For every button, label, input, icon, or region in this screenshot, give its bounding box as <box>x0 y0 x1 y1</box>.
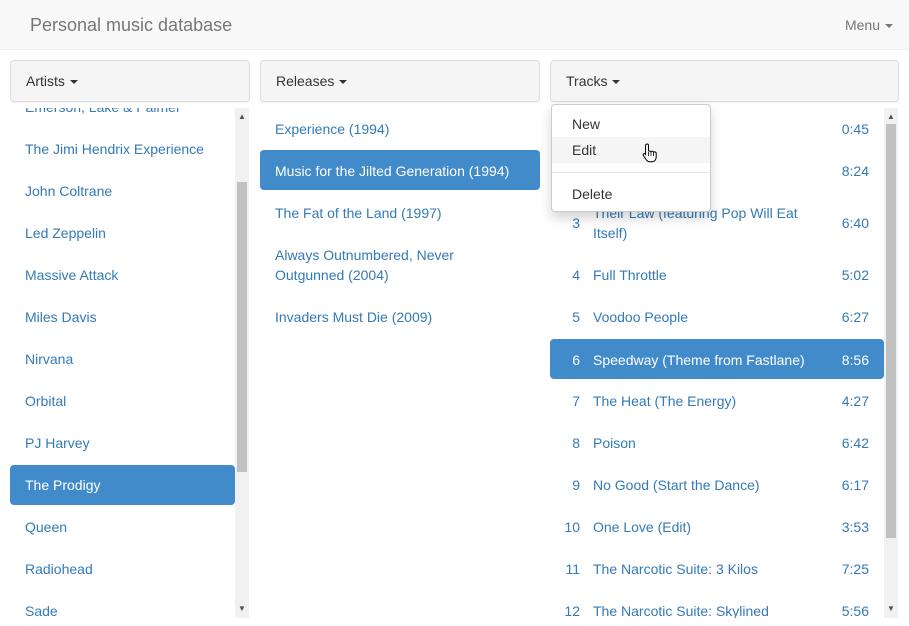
menu-dropdown-toggle[interactable]: Menu <box>845 17 893 33</box>
track-duration: 4:27 <box>841 393 869 409</box>
menu-divider <box>552 172 710 173</box>
artists-scrollbar[interactable]: ▲ ▼ <box>235 108 249 618</box>
artists-list: Emerson, Lake & Palmer The Jimi Hendrix E… <box>10 108 235 618</box>
menu-item-edit[interactable]: Edit <box>552 137 710 163</box>
track-row[interactable]: 4 Full Throttle 5:02 <box>550 254 884 296</box>
track-title: The Heat (The Energy) <box>593 393 737 409</box>
artist-list-item[interactable]: Queen <box>10 507 235 547</box>
hand-pointer-cursor-icon <box>642 143 657 163</box>
track-duration: 0:45 <box>841 121 869 137</box>
caret-down-icon <box>339 80 348 85</box>
track-row[interactable]: 11 The Narcotic Suite: 3 Kilos 7:25 <box>550 548 884 590</box>
track-title: The Narcotic Suite: 3 Kilos <box>593 561 758 577</box>
releases-list: Experience (1994) Music for the Jilted Ge… <box>260 108 540 618</box>
release-list-item[interactable]: Experience (1994) <box>260 108 540 150</box>
artist-list-item[interactable]: Radiohead <box>10 549 235 589</box>
artist-list-item[interactable]: Sade <box>10 591 235 618</box>
track-title: Voodoo People <box>593 309 688 325</box>
scroll-up-arrow-icon[interactable]: ▲ <box>235 110 249 124</box>
track-row[interactable]: 10 One Love (Edit) 3:53 <box>550 506 884 548</box>
track-number: 4 <box>572 267 580 283</box>
track-title: Speedway (Theme from Fastlane) <box>593 352 805 368</box>
track-duration: 8:56 <box>841 352 869 368</box>
caret-down-icon <box>69 80 78 85</box>
artist-list-item[interactable]: Miles Davis <box>10 297 235 337</box>
track-duration: 6:42 <box>841 435 869 451</box>
app-title[interactable]: Personal music database <box>30 15 232 36</box>
track-duration: 6:40 <box>841 215 869 231</box>
track-duration: 7:25 <box>841 561 869 577</box>
track-number: 3 <box>572 215 580 231</box>
track-number: 6 <box>572 352 580 368</box>
track-row[interactable]: 8 Poison 6:42 <box>550 422 884 464</box>
artist-list-item[interactable]: Emerson, Lake & Palmer <box>10 108 235 127</box>
track-row[interactable]: 9 No Good (Start the Dance) 6:17 <box>550 464 884 506</box>
track-title: Poison <box>593 435 636 451</box>
track-number: 8 <box>572 435 580 451</box>
track-duration: 5:56 <box>841 603 869 618</box>
artist-list-item[interactable]: Orbital <box>10 381 235 421</box>
menu-item-delete[interactable]: Delete <box>552 181 710 207</box>
track-duration: 6:17 <box>841 477 869 493</box>
tracks-scrollbar-thumb[interactable] <box>886 124 896 538</box>
artist-list-item[interactable]: John Coltrane <box>10 171 235 211</box>
track-title: One Love (Edit) <box>593 519 692 535</box>
tracks-dropdown-menu: New Edit Delete <box>551 104 711 212</box>
caret-down-icon <box>885 24 893 29</box>
release-list-item[interactable]: The Fat of the Land (1997) <box>260 192 540 234</box>
track-number: 9 <box>572 477 580 493</box>
track-title: No Good (Start the Dance) <box>593 477 760 493</box>
tracks-header-label: Tracks <box>566 73 608 89</box>
track-duration: 8:24 <box>841 163 869 179</box>
track-row[interactable]: 12 The Narcotic Suite: Skylined 5:56 <box>550 590 884 618</box>
tracks-scrollbar[interactable]: ▲ ▼ <box>884 108 898 618</box>
menu-label: Menu <box>844 17 880 33</box>
releases-header-button[interactable]: Releases <box>260 60 540 102</box>
track-number: 10 <box>564 519 580 535</box>
track-row[interactable]: 5 Voodoo People 6:27 <box>550 296 884 338</box>
tracks-header-button[interactable]: Tracks <box>550 60 899 102</box>
releases-header-label: Releases <box>276 73 335 89</box>
track-number: 7 <box>572 393 580 409</box>
caret-down-icon <box>612 80 621 85</box>
navbar: Personal music database Menu <box>0 0 909 50</box>
scroll-up-arrow-icon[interactable]: ▲ <box>884 110 898 124</box>
track-number: 12 <box>564 603 580 618</box>
track-duration: 3:53 <box>841 519 869 535</box>
artist-list-item[interactable]: Led Zeppelin <box>10 213 235 253</box>
artists-header-button[interactable]: Artists <box>10 60 250 102</box>
artist-list-item[interactable]: Massive Attack <box>10 255 235 295</box>
release-list-item[interactable]: Always Outnumbered, Never Outgunned (200… <box>260 234 540 296</box>
artist-list-item[interactable]: The Jimi Hendrix Experience <box>10 129 235 169</box>
release-list-item[interactable]: Invaders Must Die (2009) <box>260 296 540 338</box>
scroll-down-arrow-icon[interactable]: ▼ <box>235 602 249 616</box>
artist-list-item[interactable]: PJ Harvey <box>10 423 235 463</box>
track-duration: 6:27 <box>841 309 869 325</box>
track-number: 5 <box>572 309 580 325</box>
release-list-item[interactable]: Music for the Jilted Generation (1994) <box>260 150 540 190</box>
track-title: The Narcotic Suite: Skylined <box>593 603 769 618</box>
track-title: Full Throttle <box>593 267 667 283</box>
artists-header-label: Artists <box>26 73 65 89</box>
track-row[interactable]: 7 The Heat (The Energy) 4:27 <box>550 380 884 422</box>
artist-list-item[interactable]: The Prodigy <box>10 465 235 505</box>
track-duration: 5:02 <box>841 267 869 283</box>
artists-scrollbar-thumb[interactable] <box>237 182 247 472</box>
track-number: 11 <box>565 561 580 577</box>
menu-item-new[interactable]: New <box>552 111 710 137</box>
artist-list-item[interactable]: Nirvana <box>10 339 235 379</box>
track-row[interactable]: 6 Speedway (Theme from Fastlane) 8:56 <box>550 339 884 379</box>
scroll-down-arrow-icon[interactable]: ▼ <box>884 602 898 616</box>
